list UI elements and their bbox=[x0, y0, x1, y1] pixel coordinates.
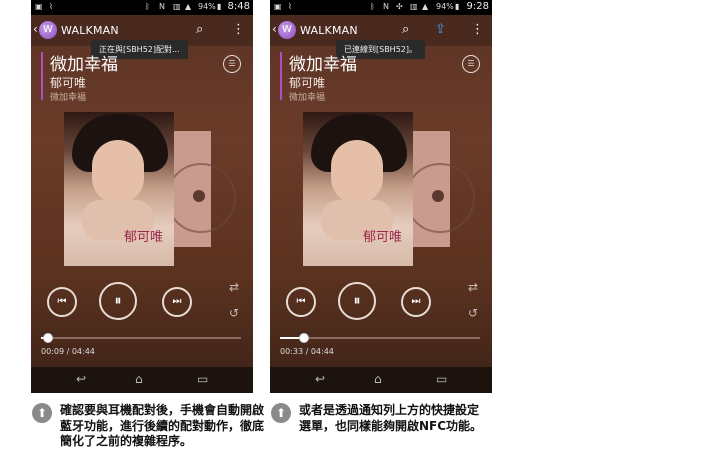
up-caret-icon[interactable]: ‹ bbox=[33, 22, 38, 36]
playlist-menu-icon[interactable]: ☰ bbox=[462, 55, 480, 73]
status-time: 8:48 bbox=[227, 1, 250, 12]
share-upload-icon[interactable]: ⇪ bbox=[435, 23, 446, 37]
title-accent-bar bbox=[280, 52, 282, 100]
pause-icon[interactable]: ⏸ bbox=[99, 282, 137, 320]
up-caret-icon[interactable]: ‹ bbox=[272, 22, 277, 36]
signal-strength-icon: ▲ bbox=[422, 2, 429, 11]
next-track-icon[interactable]: ⏭ bbox=[162, 287, 192, 317]
back-icon[interactable]: ↩ bbox=[76, 372, 86, 386]
phone-screen-1: ▣ ⌇ ᛒ N ▥ ▲ 94% ▮ 8:48 ‹ W WALKMAN ⌕ ⋮ 正… bbox=[31, 0, 253, 393]
album-name: 微加幸福 bbox=[289, 93, 326, 103]
cover-signature: 郁可唯 bbox=[363, 230, 403, 245]
status-time: 9:28 bbox=[466, 1, 489, 12]
signal-notification-icon: ⌇ bbox=[288, 2, 292, 11]
gallery-notification-icon: ▣ bbox=[35, 2, 43, 11]
shuffle-icon[interactable]: ↺ bbox=[229, 306, 239, 320]
previous-track-icon[interactable]: ⏮ bbox=[286, 287, 316, 317]
battery-icon: ▮ bbox=[455, 2, 460, 11]
title-accent-bar bbox=[41, 52, 43, 100]
previous-track-icon[interactable]: ⏮ bbox=[47, 287, 77, 317]
status-bar: ▣ ⌇ ᛒ N ▥ ▲ 94% ▮ 8:48 bbox=[31, 0, 253, 15]
caption-right: 或者是透過通知列上方的快捷設定選單，也同樣能夠開啟NFC功能。 bbox=[299, 403, 483, 433]
artist-name: 郁可唯 bbox=[289, 76, 326, 90]
caption-left: 確認要與耳機配對後，手機會自動開啟藍牙功能，進行後續的配對動作，徹底簡化了之前的… bbox=[60, 403, 265, 448]
navigation-bar: ↩ ⌂ ▭ bbox=[270, 367, 492, 393]
nfc-icon: N bbox=[159, 2, 165, 11]
navigation-bar: ↩ ⌂ ▭ bbox=[31, 367, 253, 393]
sim-icon: ▥ bbox=[173, 2, 181, 11]
repeat-icon[interactable]: ⇄ bbox=[468, 280, 478, 294]
overflow-menu-icon[interactable]: ⋮ bbox=[471, 23, 484, 37]
album-name: 微加幸福 bbox=[50, 93, 87, 103]
gallery-notification-icon: ▣ bbox=[274, 2, 282, 11]
bluetooth-icon: ᛒ bbox=[370, 2, 375, 11]
repeat-icon[interactable]: ⇄ bbox=[229, 280, 239, 294]
battery-percent: 94% bbox=[436, 2, 454, 11]
album-cover[interactable]: 郁可唯 bbox=[64, 112, 174, 266]
nfc-icon: N bbox=[383, 2, 389, 11]
arrow-up-circle-icon: ⬆ bbox=[271, 403, 291, 423]
seek-bar[interactable] bbox=[41, 333, 241, 343]
cover-art-face bbox=[331, 140, 383, 204]
elapsed-time: 00:33 / 04:44 bbox=[280, 347, 334, 356]
next-track-icon[interactable]: ⏭ bbox=[401, 287, 431, 317]
vinyl-center bbox=[432, 190, 444, 202]
pause-icon[interactable]: ⏸ bbox=[338, 282, 376, 320]
artist-name: 郁可唯 bbox=[50, 76, 87, 90]
search-icon[interactable]: ⌕ bbox=[196, 23, 203, 37]
phone-screen-2: ▣ ⌇ ᛒ N ✣ ▥ ▲ 94% ▮ 9:28 ‹ W WALKMAN ⌕ ⇪… bbox=[270, 0, 492, 393]
signal-strength-icon: ▲ bbox=[185, 2, 192, 11]
cover-signature: 郁可唯 bbox=[124, 230, 164, 245]
vibrate-icon: ✣ bbox=[396, 2, 403, 11]
recent-apps-icon[interactable]: ▭ bbox=[436, 372, 447, 386]
arrow-up-circle-icon: ⬆ bbox=[32, 403, 52, 423]
app-title: WALKMAN bbox=[61, 24, 119, 37]
seek-bar-thumb[interactable] bbox=[43, 333, 54, 343]
home-icon[interactable]: ⌂ bbox=[135, 372, 143, 386]
back-icon[interactable]: ↩ bbox=[315, 372, 325, 386]
battery-icon: ▮ bbox=[217, 2, 222, 11]
cover-art-face bbox=[92, 140, 144, 204]
song-title: 微加幸福 bbox=[289, 55, 357, 75]
seek-bar-thumb[interactable] bbox=[299, 333, 310, 343]
bluetooth-icon: ᛒ bbox=[145, 2, 150, 11]
shuffle-icon[interactable]: ↺ bbox=[468, 306, 478, 320]
status-bar: ▣ ⌇ ᛒ N ✣ ▥ ▲ 94% ▮ 9:28 bbox=[270, 0, 492, 15]
home-icon[interactable]: ⌂ bbox=[374, 372, 382, 386]
overflow-menu-icon[interactable]: ⋮ bbox=[232, 23, 245, 37]
recent-apps-icon[interactable]: ▭ bbox=[197, 372, 208, 386]
song-title: 微加幸福 bbox=[50, 55, 118, 75]
app-title: WALKMAN bbox=[300, 24, 358, 37]
seek-bar[interactable] bbox=[280, 333, 480, 343]
battery-percent: 94% bbox=[198, 2, 216, 11]
sim-icon: ▥ bbox=[410, 2, 418, 11]
walkman-logo[interactable]: W bbox=[278, 21, 296, 39]
album-cover[interactable]: 郁可唯 bbox=[303, 112, 413, 266]
playlist-menu-icon[interactable]: ☰ bbox=[223, 55, 241, 73]
walkman-logo[interactable]: W bbox=[39, 21, 57, 39]
elapsed-time: 00:09 / 04:44 bbox=[41, 347, 95, 356]
search-icon[interactable]: ⌕ bbox=[402, 23, 409, 37]
vinyl-center bbox=[193, 190, 205, 202]
signal-notification-icon: ⌇ bbox=[49, 2, 53, 11]
